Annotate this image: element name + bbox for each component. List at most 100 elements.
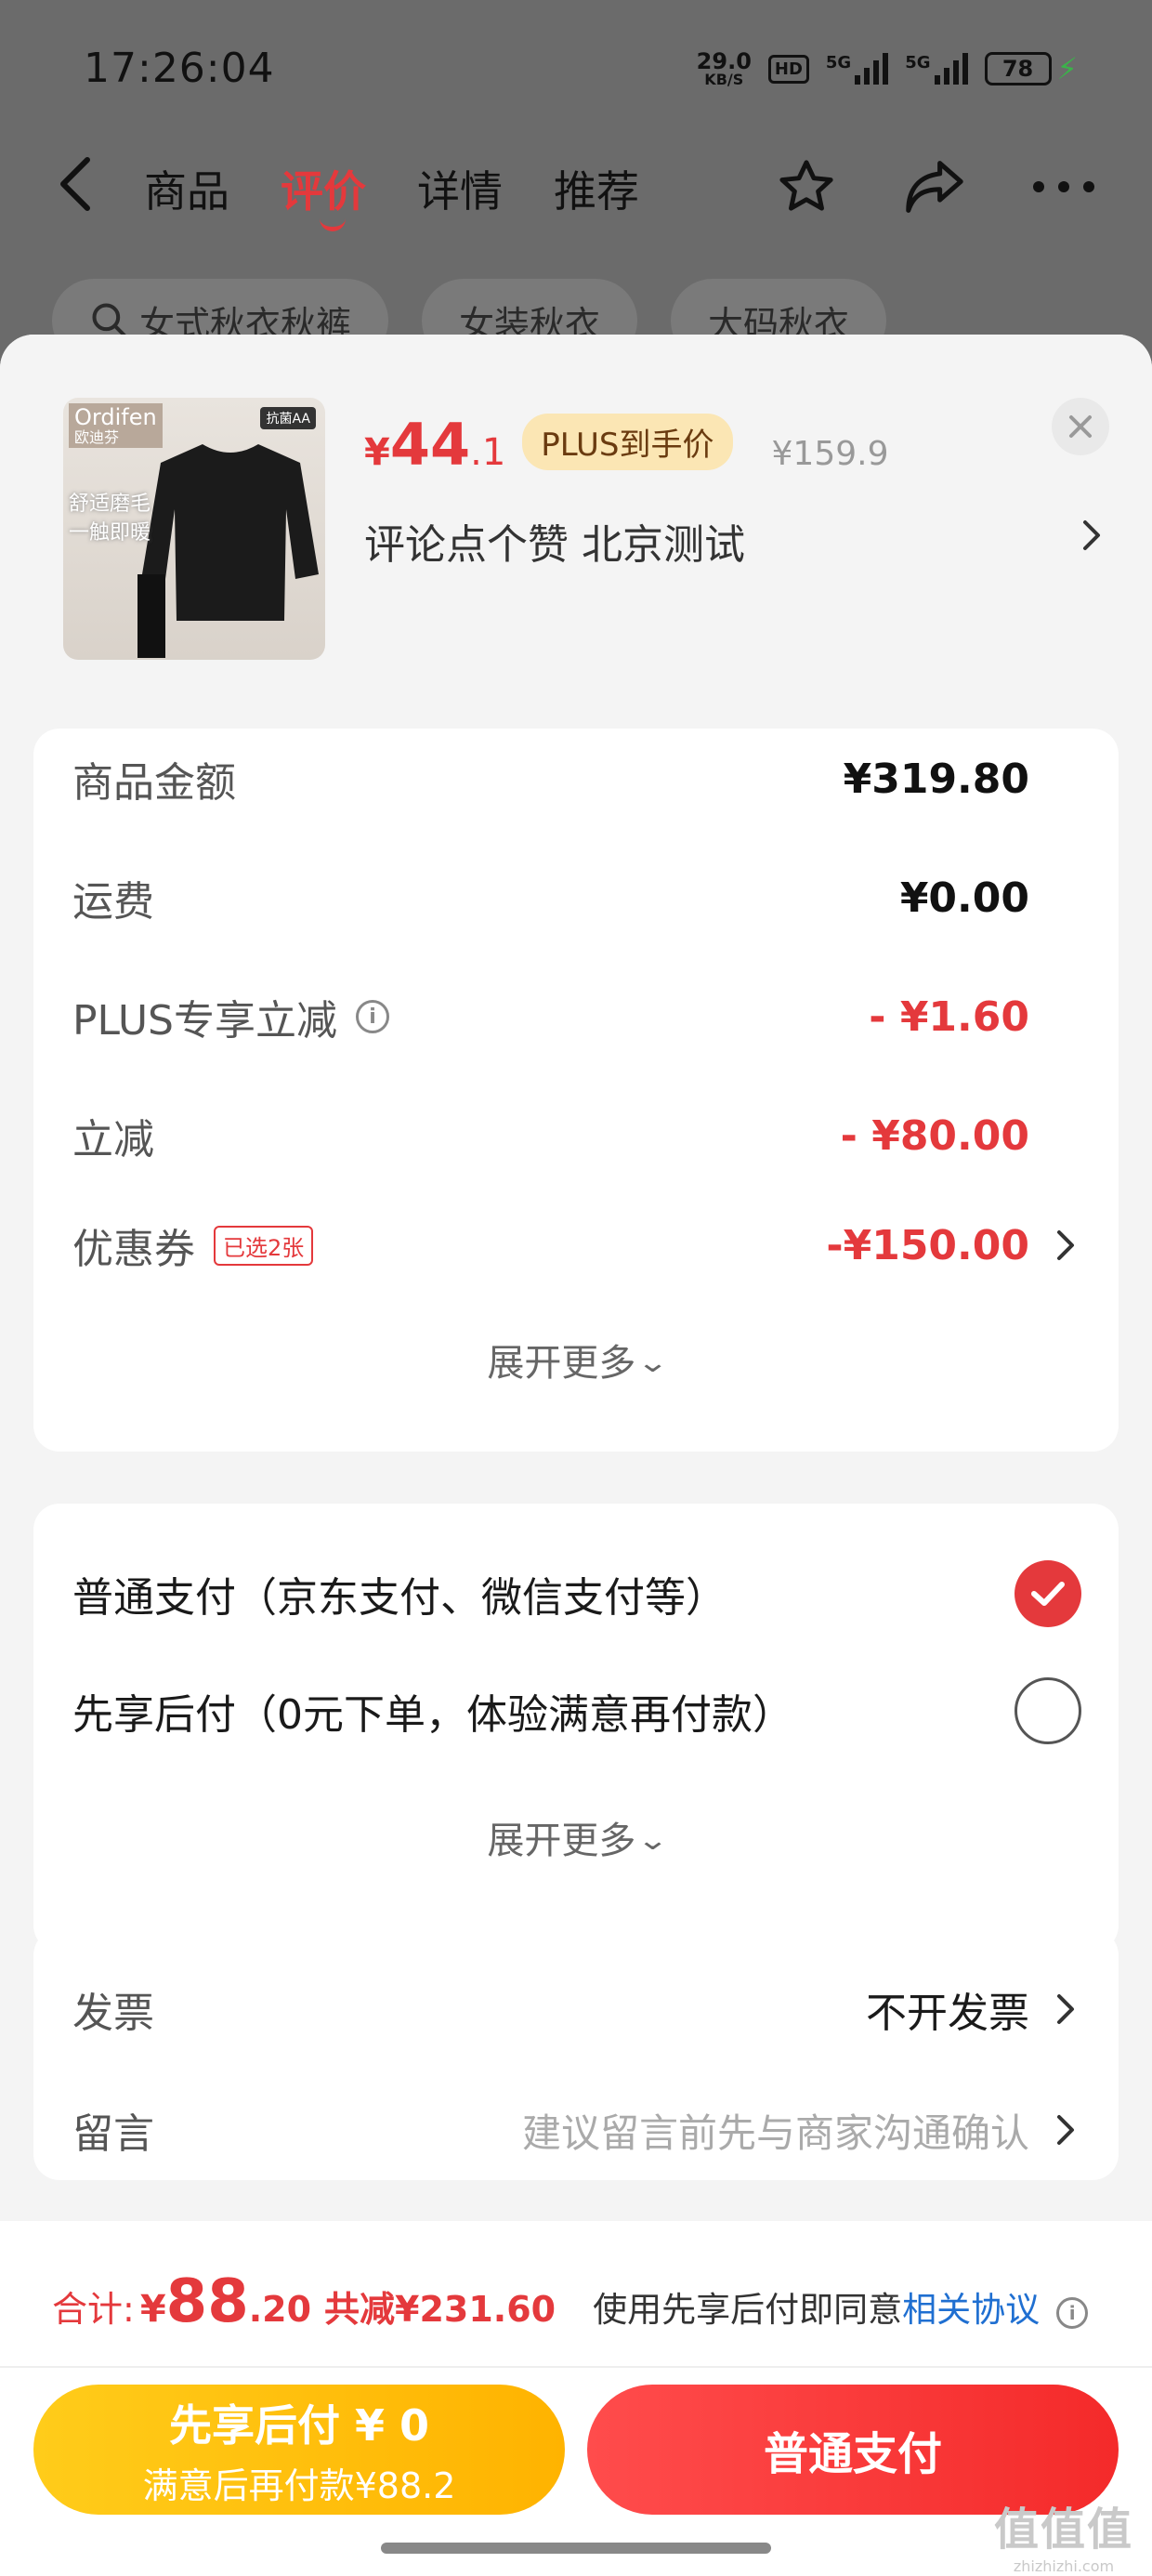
status-indicators: 29.0 KB/S HD 5G 5G 78 ⚡	[697, 41, 1078, 97]
total-symbol: ¥	[139, 2288, 166, 2331]
status-time: 17:26:04	[84, 45, 275, 92]
home-indicator[interactable]	[381, 2543, 771, 2554]
fee-label: 运费	[72, 878, 154, 926]
payment-option-pay-later[interactable]: 先享后付（0元下单，体验满意再付款）	[72, 1669, 1081, 1753]
fee-label: PLUS专享立减	[72, 997, 337, 1045]
fee-label-with-info: PLUS专享立减 i	[72, 987, 389, 1046]
watermark-url: zhizhizhi.com	[1013, 2557, 1115, 2575]
more-icon[interactable]	[1031, 179, 1096, 194]
fee-label: 商品金额	[72, 759, 236, 807]
tab-product[interactable]: 商品	[144, 158, 229, 219]
fee-value: ¥319.80	[843, 755, 1029, 803]
tab-recommend[interactable]: 推荐	[554, 158, 639, 219]
thumb-badge: 抗菌AA	[260, 407, 316, 429]
shirt-image	[137, 444, 319, 658]
network-speed: 29.0 KB/S	[697, 50, 752, 87]
thumb-brand-name: Ordifen	[74, 404, 157, 430]
checkout-footer: 合计: ¥ 88 .20 共减¥231.60 使用先享后付即同意 相关协议 i …	[0, 2221, 1152, 2576]
price-breakdown-card: 商品金额 ¥319.80 运费 ¥0.00 PLUS专享立减 i - ¥1.60 …	[33, 729, 1119, 1452]
fee-value: ¥0.00	[899, 874, 1029, 922]
message-row[interactable]: 留言 建议留言前先与商家沟通确认	[72, 2093, 1029, 2167]
price-row: ¥44.1 PLUS到手价 ¥159.9	[364, 411, 889, 480]
thumb-caption: 舒适磨毛 一触即暖	[69, 491, 151, 548]
original-price: ¥159.9	[771, 435, 889, 473]
price-integer: 44	[389, 411, 471, 479]
fee-value: -¥150.00	[826, 1221, 1029, 1269]
back-icon[interactable]	[58, 156, 104, 212]
chevron-down-icon: ⌄	[636, 1347, 670, 1379]
total-saved: 共减¥231.60	[324, 2289, 556, 2330]
chevron-down-icon: ⌄	[636, 1824, 670, 1857]
pay-later-button-title: 先享后付 ¥ 0	[168, 2399, 430, 2451]
expand-more-button[interactable]: 展开更多⌄	[33, 1333, 1119, 1387]
fee-row-instant-discount: 立减 - ¥80.00	[72, 1098, 1029, 1173]
product-thumbnail[interactable]: Ordifen 欧迪芬 抗菌AA 舒适磨毛 一触即暖	[63, 398, 325, 660]
payment-option-label: 普通支付（京东支付、微信支付等）	[72, 1574, 727, 1622]
payment-option-label: 先享后付（0元下单，体验满意再付款）	[72, 1691, 793, 1739]
agreement-link[interactable]: 相关协议	[902, 2281, 1040, 2332]
chevron-right-icon[interactable]	[1055, 2113, 1076, 2147]
signal-icon-1: 5G	[825, 53, 889, 85]
favorite-star-icon[interactable]	[775, 156, 838, 217]
watermark-logo: 值值值 zhizhizhi.com	[994, 2492, 1133, 2575]
expand-more-label: 展开更多	[487, 1342, 636, 1385]
nav-actions	[775, 156, 1096, 217]
product-header: Ordifen 欧迪芬 抗菌AA 舒适磨毛 一触即暖 ¥44.1 PLUS到手价…	[0, 335, 1152, 688]
invoice-label: 发票	[72, 1990, 154, 2037]
current-price: ¥44.1	[364, 411, 505, 479]
radio-checked-icon[interactable]	[1015, 1560, 1081, 1627]
fee-value: - ¥80.00	[840, 1111, 1029, 1160]
tab-reviews[interactable]: 评价	[281, 158, 366, 231]
coupon-count-tag: 已选2张	[214, 1225, 314, 1266]
total-label: 合计:	[52, 2289, 135, 2330]
share-icon[interactable]	[903, 158, 966, 216]
network-speed-unit: KB/S	[704, 71, 744, 88]
price-decimal: .1	[470, 431, 506, 474]
fee-row-goods-amount: 商品金额 ¥319.80	[72, 742, 1029, 816]
thumb-caption-line: 一触即暖	[69, 520, 151, 545]
tab-details[interactable]: 详情	[417, 158, 503, 219]
expand-more-button[interactable]: 展开更多⌄	[33, 1810, 1119, 1864]
divider	[0, 2366, 1152, 2368]
selected-spec[interactable]: 评论点个赞 北京测试	[364, 511, 1089, 571]
invoice-row[interactable]: 发票 不开发票	[72, 1972, 1029, 2046]
chevron-right-icon[interactable]	[1055, 1229, 1076, 1262]
price-symbol: ¥	[364, 431, 390, 474]
fee-label-with-tag: 优惠券 已选2张	[72, 1216, 314, 1275]
sim2-label: 5G	[905, 53, 931, 72]
network-speed-value: 29.0	[696, 48, 752, 74]
info-icon[interactable]: i	[1056, 2297, 1089, 2329]
fee-row-shipping: 运费 ¥0.00	[72, 861, 1029, 935]
fee-value: - ¥1.60	[869, 992, 1029, 1041]
watermark-text: 值值值	[993, 2504, 1133, 2556]
fee-label: 优惠券	[72, 1226, 195, 1273]
radio-unchecked-icon[interactable]	[1015, 1677, 1081, 1744]
status-bar: 17:26:04 29.0 KB/S HD 5G 5G 78 ⚡	[0, 0, 1152, 130]
battery-level: 78	[984, 52, 1052, 85]
chevron-right-icon[interactable]	[1055, 1992, 1076, 2026]
fee-row-coupon[interactable]: 优惠券 已选2张 -¥150.00	[72, 1208, 1029, 1282]
thumb-caption-line: 舒适磨毛	[69, 493, 151, 516]
charging-icon: ⚡	[1056, 51, 1078, 86]
message-label: 留言	[72, 2110, 154, 2158]
total-decimal: .20	[248, 2289, 312, 2330]
expand-more-label: 展开更多	[487, 1820, 636, 1862]
message-placeholder: 建议留言前先与商家沟通确认	[521, 2109, 1029, 2156]
info-icon[interactable]: i	[356, 1000, 389, 1033]
battery-icon: 78 ⚡	[984, 51, 1078, 86]
fee-row-plus-discount: PLUS专享立减 i - ¥1.60	[72, 979, 1029, 1054]
total-summary: 合计: ¥ 88 .20 共减¥231.60 使用先享后付即同意 相关协议 i	[52, 2267, 1115, 2342]
sim1-label: 5G	[825, 53, 852, 72]
top-nav-bar: 商品 评价 详情 推荐	[0, 139, 1152, 232]
payment-option-normal[interactable]: 普通支付（京东支付、微信支付等）	[72, 1552, 1081, 1636]
pay-later-button-subtitle: 满意后再付款¥88.2	[142, 2464, 456, 2506]
hd-icon: HD	[767, 54, 809, 84]
pay-later-button[interactable]: 先享后付 ¥ 0 满意后再付款¥88.2	[33, 2385, 565, 2515]
chevron-right-icon[interactable]	[1081, 519, 1102, 552]
signal-icon-2: 5G	[905, 53, 968, 85]
invoice-value: 不开发票	[866, 1990, 1029, 2037]
close-button[interactable]	[1052, 398, 1109, 455]
total-integer: 88	[165, 2267, 249, 2336]
invoice-message-card: 发票 不开发票 留言 建议留言前先与商家沟通确认	[33, 1929, 1119, 2180]
close-icon	[1069, 415, 1092, 438]
